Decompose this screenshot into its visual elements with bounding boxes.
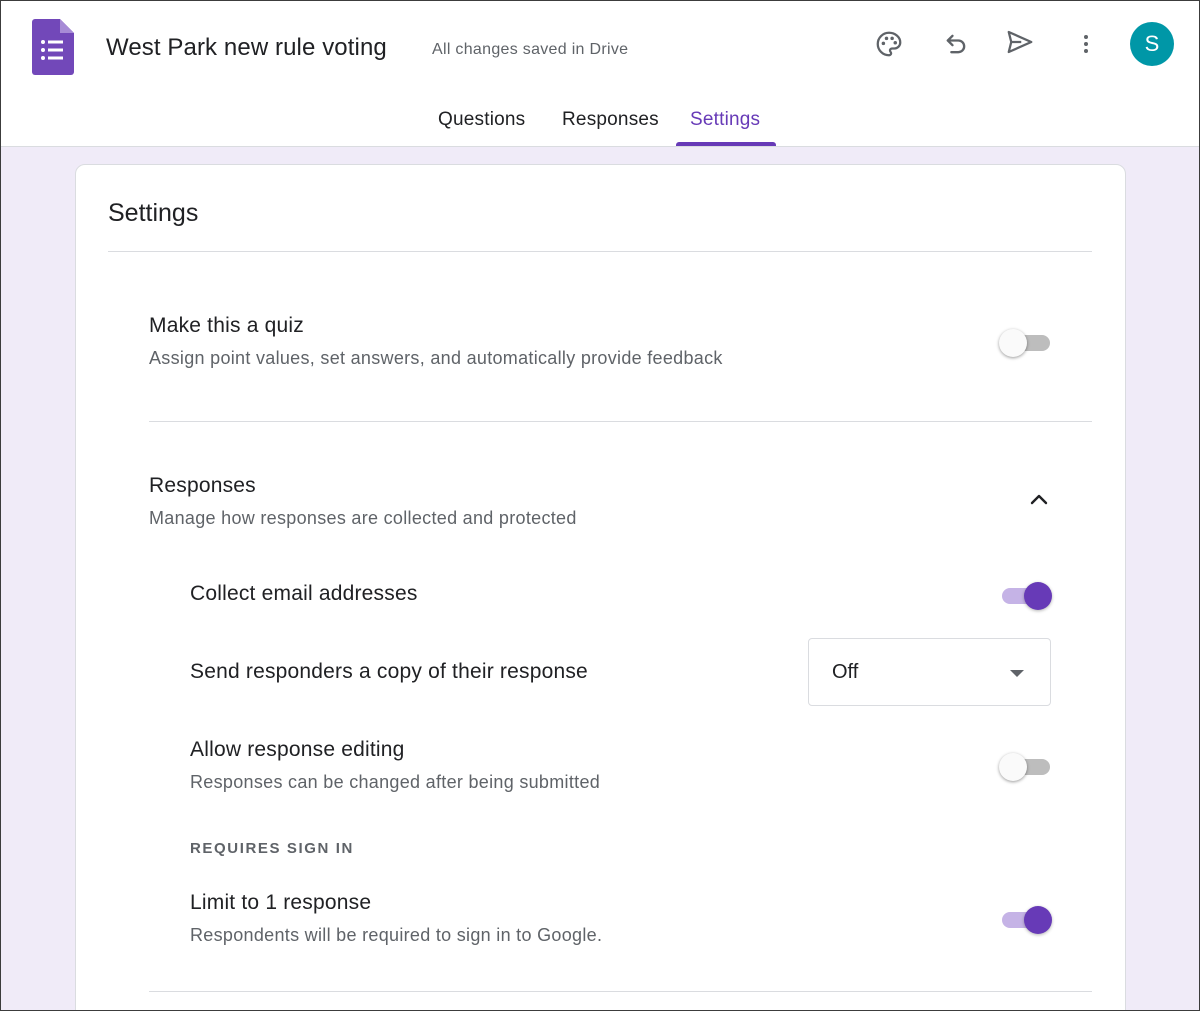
send-copy-dropdown[interactable]: Off bbox=[808, 638, 1051, 706]
tab-questions[interactable]: Questions bbox=[438, 109, 525, 131]
requires-sign-in-label: REQUIRES SIGN IN bbox=[190, 840, 354, 857]
collect-email-toggle[interactable] bbox=[999, 580, 1053, 610]
collect-email-label: Collect email addresses bbox=[190, 582, 418, 605]
send-icon[interactable] bbox=[1002, 24, 1038, 60]
settings-title: Settings bbox=[108, 199, 199, 227]
palette-icon[interactable] bbox=[871, 26, 907, 62]
more-vert-icon[interactable] bbox=[1068, 26, 1104, 62]
divider bbox=[108, 251, 1092, 252]
quiz-setting-title: Make this a quiz bbox=[149, 314, 304, 337]
arrow-drop-down-icon bbox=[1010, 670, 1024, 677]
dropdown-selected-value: Off bbox=[832, 661, 859, 683]
active-tab-indicator bbox=[676, 142, 776, 146]
responses-section-title: Responses bbox=[149, 474, 256, 497]
tab-settings[interactable]: Settings bbox=[690, 109, 760, 131]
toggle-thumb bbox=[999, 753, 1027, 781]
quiz-setting-description: Assign point values, set answers, and au… bbox=[149, 348, 723, 368]
divider bbox=[149, 421, 1092, 422]
responses-section-description: Manage how responses are collected and p… bbox=[149, 508, 577, 528]
app-header: West Park new rule voting All changes sa… bbox=[0, 0, 1200, 147]
quiz-toggle[interactable] bbox=[999, 327, 1053, 357]
limit-one-label: Limit to 1 response bbox=[190, 891, 372, 914]
document-title[interactable]: West Park new rule voting bbox=[106, 34, 387, 62]
limit-one-toggle[interactable] bbox=[999, 904, 1053, 934]
save-status: All changes saved in Drive bbox=[432, 41, 629, 58]
chevron-up-icon[interactable] bbox=[1024, 484, 1054, 514]
tab-responses[interactable]: Responses bbox=[562, 109, 659, 131]
allow-editing-description: Responses can be changed after being sub… bbox=[190, 772, 601, 792]
toggle-thumb bbox=[999, 329, 1027, 357]
toggle-thumb bbox=[1024, 582, 1052, 610]
avatar[interactable]: S bbox=[1130, 22, 1174, 66]
divider bbox=[149, 991, 1092, 992]
allow-editing-label: Allow response editing bbox=[190, 738, 405, 761]
toggle-thumb bbox=[1024, 906, 1052, 934]
allow-editing-toggle[interactable] bbox=[999, 751, 1053, 781]
undo-icon[interactable] bbox=[938, 26, 974, 62]
forms-logo-icon[interactable] bbox=[32, 19, 74, 75]
send-copy-label: Send responders a copy of their response bbox=[190, 660, 588, 683]
limit-one-description: Respondents will be required to sign in … bbox=[190, 925, 603, 945]
